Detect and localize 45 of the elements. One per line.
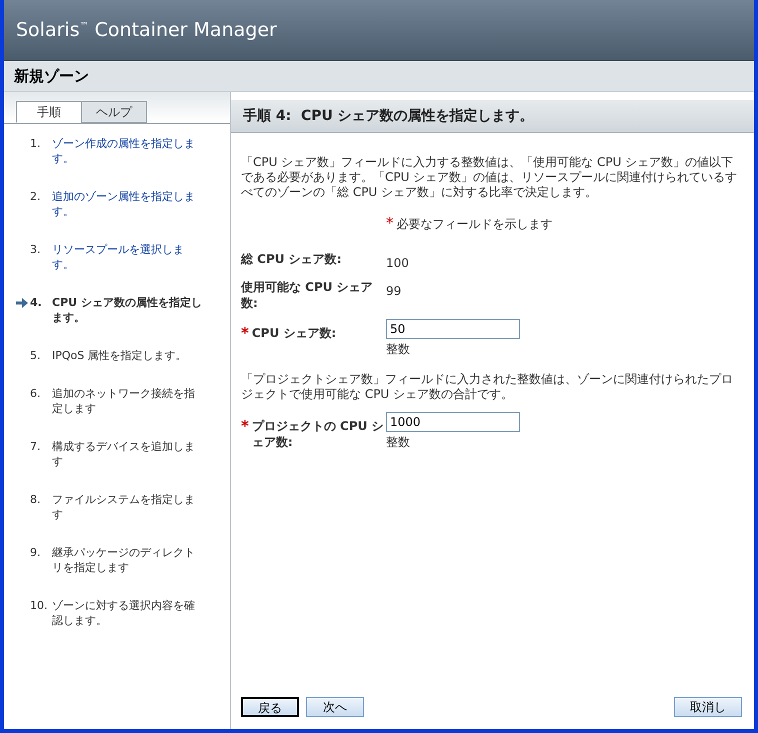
- tab[interactable]: 手順: [16, 101, 82, 123]
- step-number: 1.: [30, 136, 42, 151]
- app-title: Solaris$^{™}$ Container Manager: [16, 19, 277, 41]
- note-text: 「プロジェクトシェア数」フィールドに入力された整数値は、ゾーンに関連付けられたプロジェクトで使用可能な CPU シェア数の合計です。: [241, 372, 734, 402]
- step-label: ファイルシステムを指定します: [52, 492, 196, 522]
- cancel-button[interactable]: 取消し: [674, 697, 742, 717]
- step-heading: 手順 4: CPU シェア数の属性を指定します。: [243, 107, 534, 125]
- step-label: ゾーンに対する選択内容を確認します。: [52, 598, 196, 628]
- page-title: 新規ゾーン: [14, 66, 89, 86]
- step-label: 追加のネットワーク接続を指定します: [52, 386, 196, 416]
- step-label: IPQoS 属性を指定します。: [52, 348, 188, 363]
- field-hint: 整数: [386, 341, 411, 358]
- field-value: 100: [386, 255, 409, 271]
- step-number: 8.: [30, 492, 42, 507]
- step-number: 4.: [30, 295, 43, 310]
- field-hint: 整数: [386, 434, 411, 451]
- field-label: CPU シェア数:: [252, 325, 336, 341]
- required-icon: *: [241, 418, 249, 434]
- next-button[interactable]: 次へ: [306, 697, 364, 717]
- back-button[interactable]: 戻る: [241, 697, 299, 717]
- step-number: 10.: [30, 598, 48, 613]
- required-note: 必要なフィールドを示します: [396, 217, 552, 231]
- step-label: 構成するデバイスを追加します: [52, 439, 196, 469]
- input-field[interactable]: 50: [386, 319, 520, 339]
- field-label: 総 CPU シェア数:: [241, 251, 342, 267]
- field-label: プロジェクトの CPU シェア数:: [252, 418, 385, 450]
- step-number: 5.: [30, 348, 42, 363]
- field-value: 99: [386, 283, 402, 299]
- step-link[interactable]: ゾーン作成の属性を指定します。: [52, 136, 202, 166]
- step-number: 2.: [30, 189, 42, 204]
- intro-text: 「CPU シェア数」フィールドに入力する整数値は、「使用可能な CPU シェア数」の値以下である必要があります。「CPU シェア数」の値は、リソースプールに関連付けられているすべてのゾーンの「総 CPU シェア数」に対する比率で決定します。: [241, 155, 738, 200]
- arrow-icon: [16, 298, 28, 308]
- step-number: 9.: [30, 545, 42, 560]
- required-icon: *: [386, 214, 394, 232]
- step-label: 継承パッケージのディレクトリを指定します: [52, 545, 196, 575]
- tab[interactable]: ヘルプ: [81, 101, 147, 123]
- step-label: CPU シェア数の属性を指定します。: [52, 295, 202, 325]
- input-field[interactable]: 1000: [386, 412, 520, 432]
- step-link[interactable]: 追加のゾーン属性を指定します。: [52, 189, 202, 219]
- step-link[interactable]: リソースプールを選択します。: [52, 242, 202, 272]
- step-number: 6.: [30, 386, 42, 401]
- step-number: 7.: [30, 439, 42, 454]
- step-number: 3.: [30, 242, 42, 257]
- field-label: 使用可能な CPU シェア数:: [241, 279, 374, 311]
- required-icon: *: [241, 325, 249, 341]
